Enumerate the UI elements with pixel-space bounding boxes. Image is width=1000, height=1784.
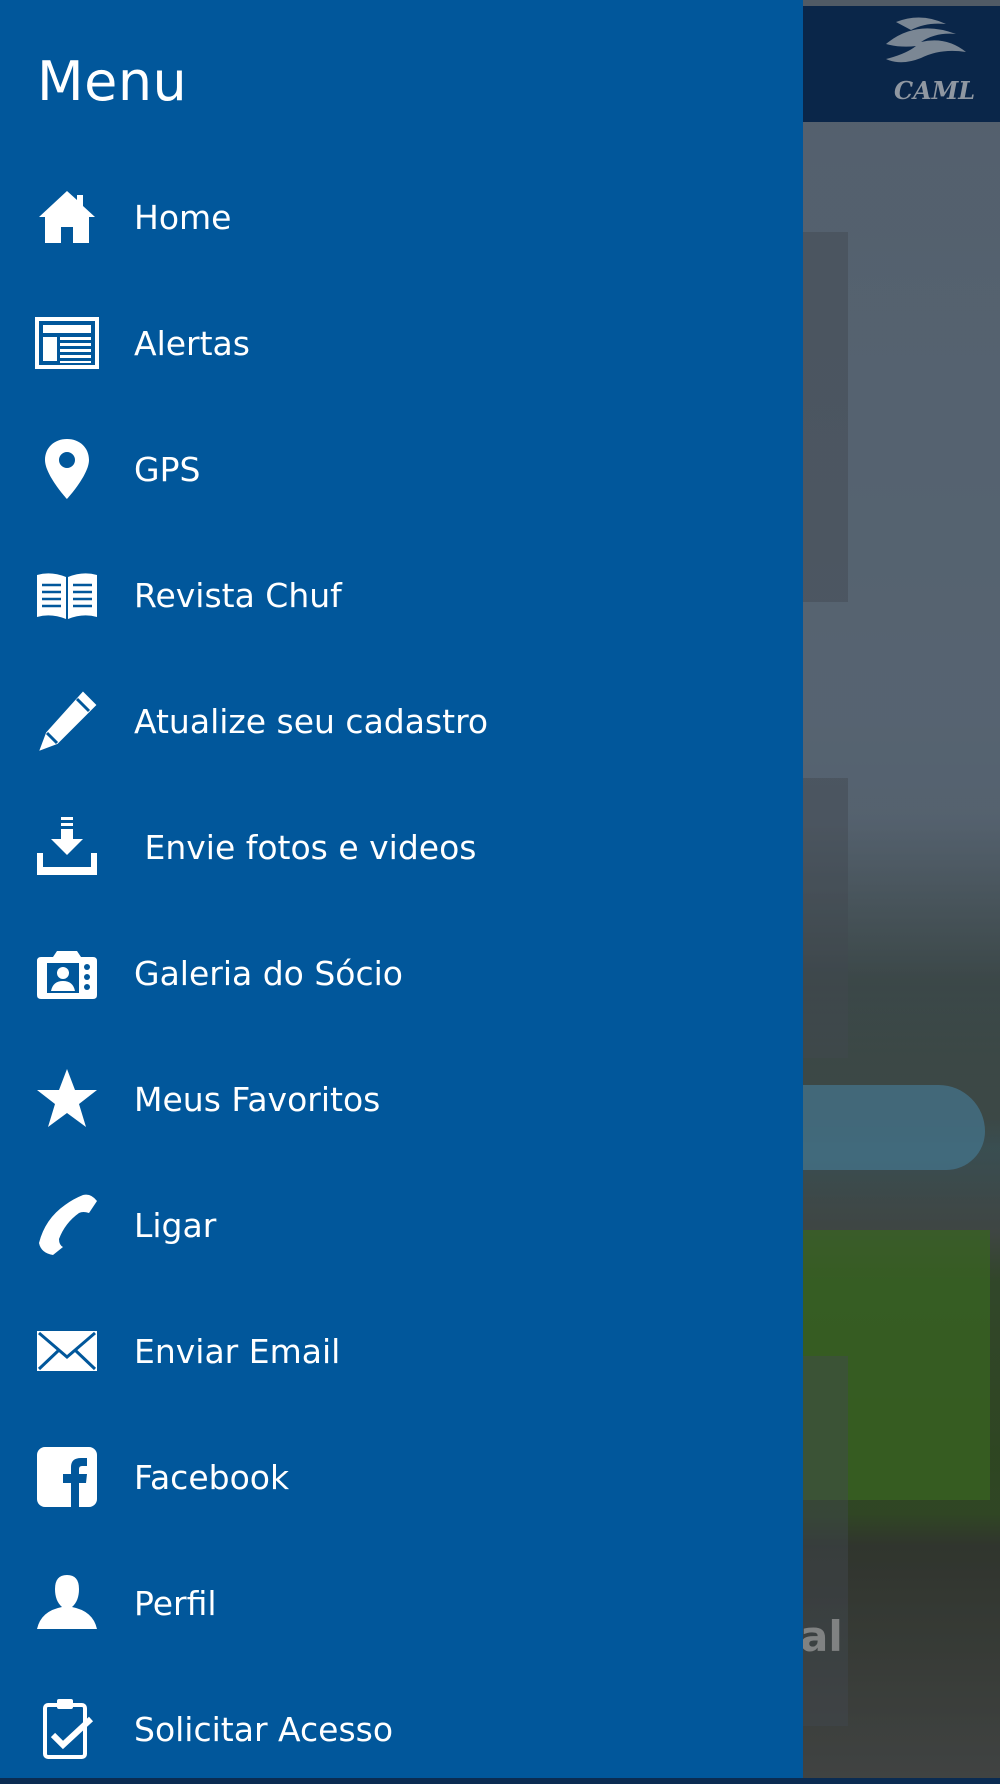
drawer-title: Menu [37, 50, 188, 113]
menu-item-label: Galeria do Sócio [134, 953, 403, 993]
menu-item-solicitar-acesso[interactable]: Solicitar Acesso [0, 1674, 803, 1784]
download-icon [34, 814, 100, 880]
menu-item-label: Perfil [134, 1583, 217, 1623]
menu-item-label: Solicitar Acesso [134, 1709, 394, 1749]
menu-item-label: Alertas [134, 323, 250, 363]
menu-item-atualize-cadastro[interactable]: Atualize seu cadastro [0, 666, 803, 776]
menu-item-enviar-email[interactable]: Enviar Email [0, 1296, 803, 1406]
menu-item-label: Revista Chuf [134, 575, 342, 615]
camera-icon [34, 940, 100, 1006]
menu-item-gps[interactable]: GPS [0, 414, 803, 524]
user-icon [34, 1570, 100, 1636]
home-icon [34, 184, 100, 250]
phone-icon [34, 1192, 100, 1258]
clipboard-check-icon [34, 1696, 100, 1762]
menu-item-label: Meus Favoritos [134, 1079, 381, 1119]
book-icon [34, 562, 100, 628]
menu-item-alertas[interactable]: Alertas [0, 288, 803, 398]
navigation-drawer: Menu Home Alertas GPS Revista Chuf Atual… [0, 0, 803, 1778]
menu-item-meus-favoritos[interactable]: Meus Favoritos [0, 1044, 803, 1154]
menu-item-galeria-socio[interactable]: Galeria do Sócio [0, 918, 803, 1028]
menu-item-perfil[interactable]: Perfil [0, 1548, 803, 1658]
news-icon [34, 310, 100, 376]
menu-item-revista-chuf[interactable]: Revista Chuf [0, 540, 803, 650]
menu-item-label: Ligar [134, 1205, 217, 1245]
menu-item-label: Facebook [134, 1457, 290, 1497]
star-icon [34, 1066, 100, 1132]
menu-item-envie-fotos[interactable]: Envie fotos e videos [0, 792, 803, 902]
drawer-scrim[interactable] [800, 0, 1000, 1778]
menu-item-label: Envie fotos e videos [134, 827, 477, 867]
menu-item-label: GPS [134, 449, 201, 489]
facebook-icon [34, 1444, 100, 1510]
menu-item-label: Atualize seu cadastro [134, 701, 489, 741]
mail-icon [34, 1318, 100, 1384]
menu-item-home[interactable]: Home [0, 162, 803, 272]
pencil-icon [34, 688, 100, 754]
map-pin-icon [34, 436, 100, 502]
menu-item-label: Enviar Email [134, 1331, 341, 1371]
menu-item-ligar[interactable]: Ligar [0, 1170, 803, 1280]
menu-item-label: Home [134, 197, 232, 237]
menu-item-facebook[interactable]: Facebook [0, 1422, 803, 1532]
